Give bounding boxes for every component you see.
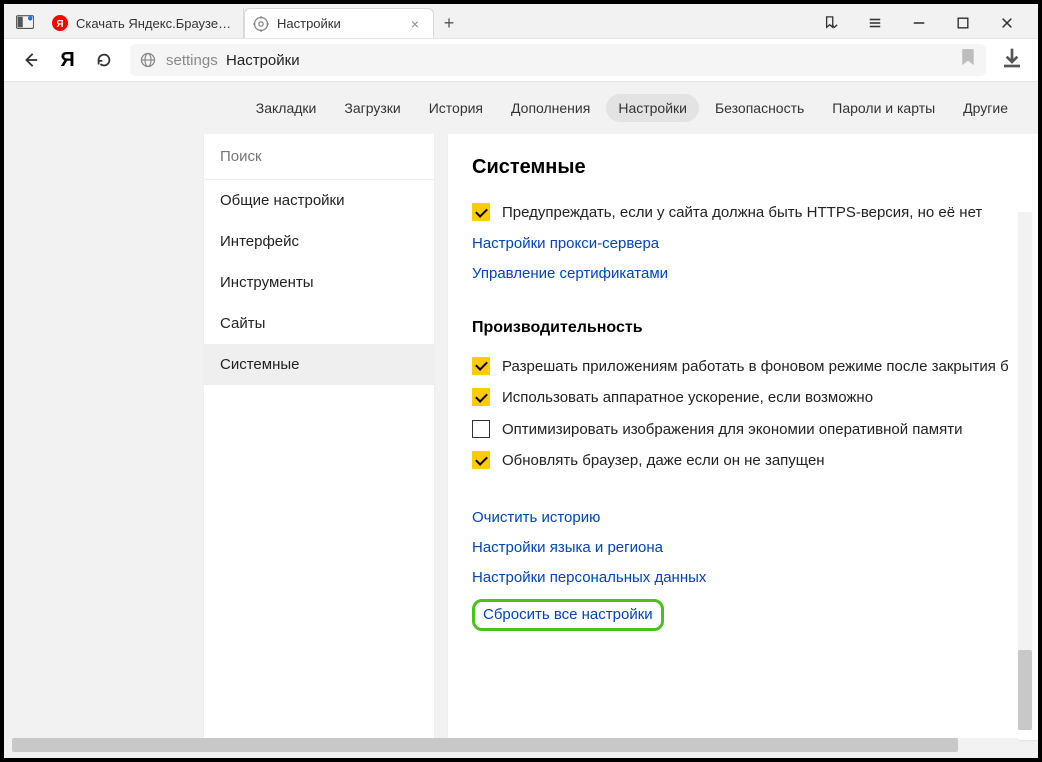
option-label: Предупреждать, если у сайта должна быть … (502, 203, 982, 223)
option-label: Обновлять браузер, даже если он не запущ… (502, 451, 825, 471)
close-tab-icon[interactable]: × (407, 16, 423, 32)
search-input[interactable] (220, 148, 418, 165)
address-bar-row: Я settings Настройки (4, 38, 1038, 82)
option-row[interactable]: Разрешать приложениям работать в фоновом… (472, 351, 1038, 383)
proxy-settings-link[interactable]: Настройки прокси-сервера (472, 235, 659, 252)
checkbox[interactable] (472, 388, 490, 406)
tab-title: Скачать Яндекс.Браузер д (76, 16, 233, 31)
bookmarks-dropdown-icon[interactable] (818, 10, 844, 36)
downloads-button[interactable] (1000, 46, 1024, 75)
gear-favicon-icon (253, 16, 269, 32)
option-row[interactable]: Использовать аппаратное ускорение, если … (472, 382, 1038, 414)
checkbox[interactable] (472, 203, 490, 221)
option-label: Разрешать приложениям работать в фоновом… (502, 357, 1009, 377)
settings-page: ЗакладкиЗагрузкиИсторияДополненияНастрой… (4, 82, 1038, 758)
topnav-item[interactable]: Закладки (244, 94, 329, 122)
yandex-favicon-icon: Я (52, 15, 68, 31)
site-info-icon[interactable] (140, 52, 156, 68)
bookmark-icon[interactable] (960, 48, 976, 71)
option-row[interactable]: Обновлять браузер, даже если он не запущ… (472, 445, 1038, 477)
yandex-home-button[interactable]: Я (56, 49, 78, 72)
checkbox[interactable] (472, 357, 490, 375)
option-row[interactable]: Оптимизировать изображения для экономии … (472, 414, 1038, 446)
settings-main-panel: Системные Предупреждать, если у сайта до… (448, 134, 1038, 740)
certificates-link[interactable]: Управление сертификатами (472, 265, 668, 282)
sidebar-toggle-icon[interactable] (12, 10, 38, 34)
topnav-item[interactable]: Безопасность (703, 94, 816, 122)
address-text: settings Настройки (166, 52, 300, 69)
minimize-button[interactable] (906, 10, 932, 36)
window-close-button[interactable] (994, 10, 1020, 36)
menu-icon[interactable] (862, 10, 888, 36)
option-label: Оптимизировать изображения для экономии … (502, 420, 962, 440)
tab-settings[interactable]: Настройки × (244, 8, 434, 38)
settings-link[interactable]: Очистить историю (472, 509, 600, 526)
settings-sidebar: Общие настройкиИнтерфейсИнструментыСайты… (204, 134, 434, 740)
horizontal-scrollbar[interactable] (12, 738, 1018, 752)
settings-link[interactable]: Сбросить все настройки (483, 606, 653, 623)
reset-all-settings-highlight: Сбросить все настройки (472, 599, 664, 631)
tab-strip: Я Скачать Яндекс.Браузер д Настройки × + (4, 4, 1038, 38)
option-label: Использовать аппаратное ускорение, если … (502, 388, 873, 408)
sidebar-item[interactable]: Общие настройки (204, 180, 434, 221)
sidebar-item[interactable]: Интерфейс (204, 221, 434, 262)
sidebar-item[interactable]: Сайты (204, 303, 434, 344)
section-heading-system: Системные (472, 156, 1038, 179)
topnav-item[interactable]: Загрузки (332, 94, 412, 122)
tab-yandex-download[interactable]: Я Скачать Яндекс.Браузер д (44, 8, 244, 38)
topnav-item[interactable]: История (417, 94, 495, 122)
sidebar-item[interactable]: Системные (204, 344, 434, 385)
topnav-item[interactable]: Другие (951, 94, 1020, 122)
address-bar[interactable]: settings Настройки (130, 44, 986, 76)
svg-text:Я: Я (56, 19, 63, 30)
settings-link[interactable]: Настройки персональных данных (472, 569, 706, 586)
checkbox[interactable] (472, 451, 490, 469)
settings-link[interactable]: Настройки языка и региона (472, 539, 663, 556)
topnav-item[interactable]: Пароли и карты (820, 94, 947, 122)
option-https-warn[interactable]: Предупреждать, если у сайта должна быть … (472, 197, 1038, 229)
back-button[interactable] (18, 48, 42, 72)
vertical-scrollbar[interactable] (1018, 212, 1032, 730)
tab-title: Настройки (277, 16, 407, 31)
maximize-button[interactable] (950, 10, 976, 36)
checkbox[interactable] (472, 420, 490, 438)
settings-search[interactable] (204, 134, 434, 180)
new-tab-button[interactable]: + (434, 8, 464, 38)
sidebar-item[interactable]: Инструменты (204, 262, 434, 303)
reload-button[interactable] (92, 48, 116, 72)
section-heading-performance: Производительность (472, 319, 1038, 337)
settings-top-nav: ЗакладкиЗагрузкиИсторияДополненияНастрой… (4, 82, 1038, 134)
topnav-item[interactable]: Настройки (606, 94, 699, 122)
topnav-item[interactable]: Дополнения (499, 94, 602, 122)
